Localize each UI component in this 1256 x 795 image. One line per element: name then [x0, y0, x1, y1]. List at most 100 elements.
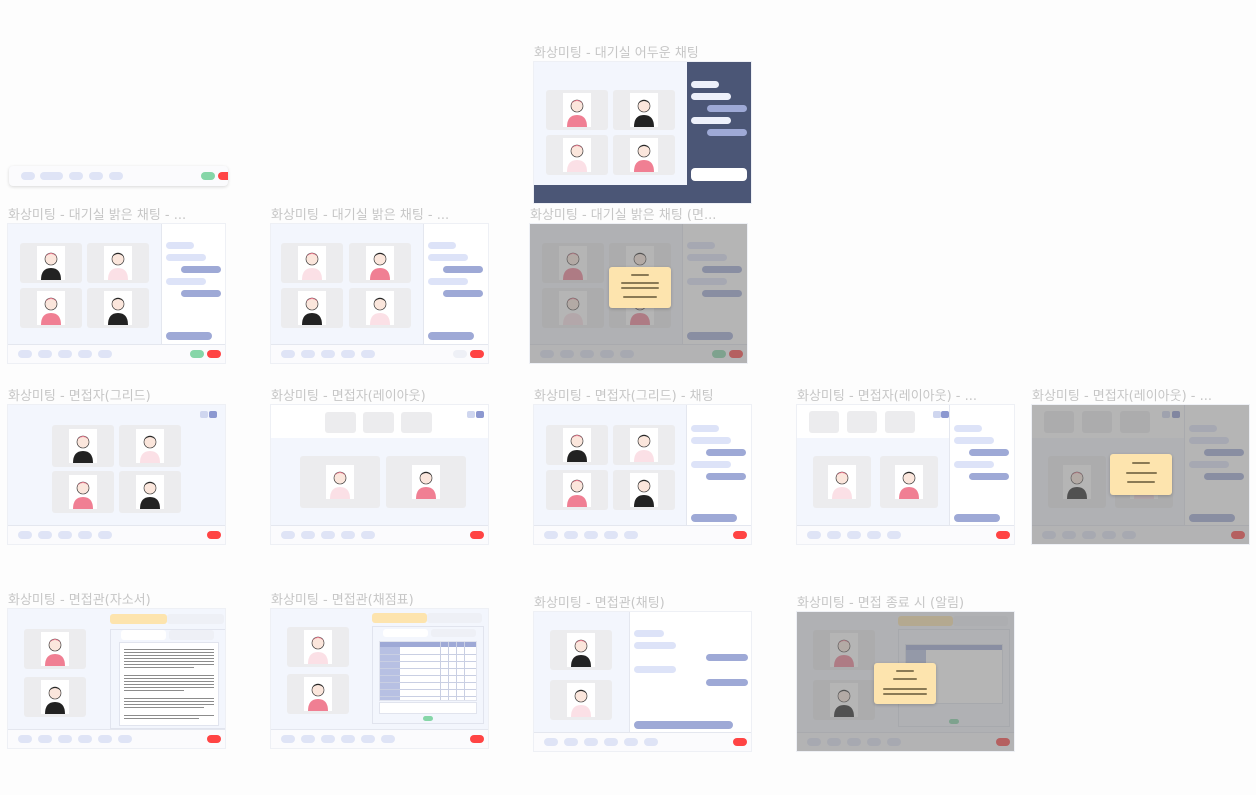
chat-input[interactable] — [954, 514, 1000, 522]
toolbar-pill[interactable] — [78, 735, 92, 743]
toolbar-pill[interactable] — [69, 172, 83, 180]
toolbar-pill[interactable] — [38, 531, 52, 539]
toolbar-pill[interactable] — [78, 350, 92, 358]
toolbar-pill[interactable] — [807, 531, 821, 539]
toolbar-pill[interactable] — [381, 735, 395, 743]
toolbar-pill[interactable] — [544, 531, 558, 539]
layout-view-toggle[interactable] — [941, 411, 949, 418]
toolbar-pill[interactable] — [584, 531, 598, 539]
tab-score[interactable] — [427, 613, 482, 623]
end-call-button[interactable] — [207, 531, 221, 539]
main-video-tile — [880, 456, 938, 508]
chat-input[interactable] — [428, 332, 474, 340]
avatar — [298, 246, 326, 280]
resume-page — [119, 642, 219, 726]
toolbar-pill[interactable] — [644, 738, 658, 746]
toolbar-pill[interactable] — [584, 738, 598, 746]
toolbar-pill[interactable] — [281, 531, 295, 539]
toolbar-pill[interactable] — [98, 735, 112, 743]
toolbar-pill[interactable] — [564, 738, 578, 746]
submit-score-button[interactable] — [423, 716, 433, 721]
subtab-right[interactable] — [169, 630, 214, 640]
end-call-button[interactable] — [996, 531, 1010, 539]
toolbar-pill[interactable] — [38, 350, 52, 358]
end-call-button[interactable] — [733, 531, 747, 539]
layout-view-toggle[interactable] — [476, 411, 484, 418]
toolbar-pill[interactable] — [341, 735, 355, 743]
text-line — [124, 704, 214, 705]
end-call-button[interactable] — [733, 738, 747, 746]
subtab-left[interactable] — [121, 630, 166, 640]
toolbar-pill[interactable] — [341, 350, 355, 358]
toolbar-pill[interactable] — [301, 531, 315, 539]
toolbar-pill[interactable] — [321, 531, 335, 539]
toolbar-pill[interactable] — [109, 172, 123, 180]
toolbar-pill[interactable] — [18, 350, 32, 358]
end-call-button[interactable] — [207, 350, 221, 358]
toolbar-pill[interactable] — [564, 531, 578, 539]
toolbar-pill[interactable] — [361, 531, 375, 539]
toolbar-pill[interactable] — [58, 350, 72, 358]
toolbar-pill[interactable] — [847, 531, 861, 539]
grid-view-toggle[interactable] — [467, 411, 475, 418]
end-call-button[interactable] — [470, 735, 484, 743]
ready-button[interactable] — [201, 172, 215, 180]
text-line — [124, 698, 214, 699]
toolbar-pill[interactable] — [321, 350, 335, 358]
chat-input[interactable] — [691, 514, 737, 522]
toolbar-pill[interactable] — [341, 531, 355, 539]
toolbar-pill[interactable] — [321, 735, 335, 743]
text-line — [124, 667, 194, 668]
toolbar-pill[interactable] — [40, 172, 63, 180]
end-call-button[interactable] — [207, 735, 221, 743]
toolbar-pill[interactable] — [604, 738, 618, 746]
ready-button[interactable] — [190, 350, 204, 358]
layout-view-toggle[interactable] — [209, 411, 217, 418]
comment-box[interactable] — [379, 702, 477, 714]
toolbar-pill[interactable] — [827, 531, 841, 539]
toolbar-pill[interactable] — [281, 350, 295, 358]
chat-bubble-out — [969, 449, 1009, 456]
tab-resume[interactable] — [110, 614, 167, 624]
chat-input[interactable] — [634, 721, 733, 729]
end-call-button[interactable] — [470, 350, 484, 358]
toolbar-pill[interactable] — [544, 738, 558, 746]
chat-input[interactable] — [691, 168, 747, 181]
grid-view-toggle[interactable] — [200, 411, 208, 418]
text-line — [124, 675, 214, 676]
toolbar-pill[interactable] — [78, 531, 92, 539]
subtab-right[interactable] — [431, 629, 476, 637]
toolbar-pill[interactable] — [58, 735, 72, 743]
frame-title: 화상미팅 - 면접관(자소서) — [8, 593, 151, 608]
toolbar-pill[interactable] — [281, 735, 295, 743]
toolbar-pill[interactable] — [361, 735, 375, 743]
toolbar-pill[interactable] — [624, 531, 638, 539]
subtab-left[interactable] — [383, 629, 428, 637]
toolbar-pill[interactable] — [38, 735, 52, 743]
end-call-button[interactable] — [470, 531, 484, 539]
tab-resume[interactable] — [372, 613, 427, 623]
notice-modal — [609, 267, 671, 308]
toolbar-pill[interactable] — [58, 531, 72, 539]
toolbar-pill[interactable] — [361, 350, 375, 358]
toolbar-pill[interactable] — [604, 531, 618, 539]
ready-button[interactable] — [453, 350, 467, 358]
toolbar-pill[interactable] — [301, 735, 315, 743]
toolbar-pill[interactable] — [98, 531, 112, 539]
tab-score[interactable] — [167, 614, 224, 624]
end-call-button[interactable] — [218, 172, 228, 180]
chat-bubble-out — [181, 266, 221, 273]
toolbar-pill[interactable] — [301, 350, 315, 358]
grid-view-toggle[interactable] — [933, 411, 941, 418]
toolbar-pill[interactable] — [89, 172, 103, 180]
chat-input[interactable] — [166, 332, 212, 340]
toolbar-pill[interactable] — [624, 738, 638, 746]
toolbar-pill[interactable] — [867, 531, 881, 539]
toolbar-pill[interactable] — [98, 350, 112, 358]
toolbar-pill[interactable] — [21, 172, 35, 180]
toolbar-pill[interactable] — [18, 735, 32, 743]
toolbar-pill[interactable] — [887, 531, 901, 539]
toolbar-pill[interactable] — [118, 735, 132, 743]
toolbar-pill[interactable] — [18, 531, 32, 539]
avatar — [326, 465, 354, 499]
